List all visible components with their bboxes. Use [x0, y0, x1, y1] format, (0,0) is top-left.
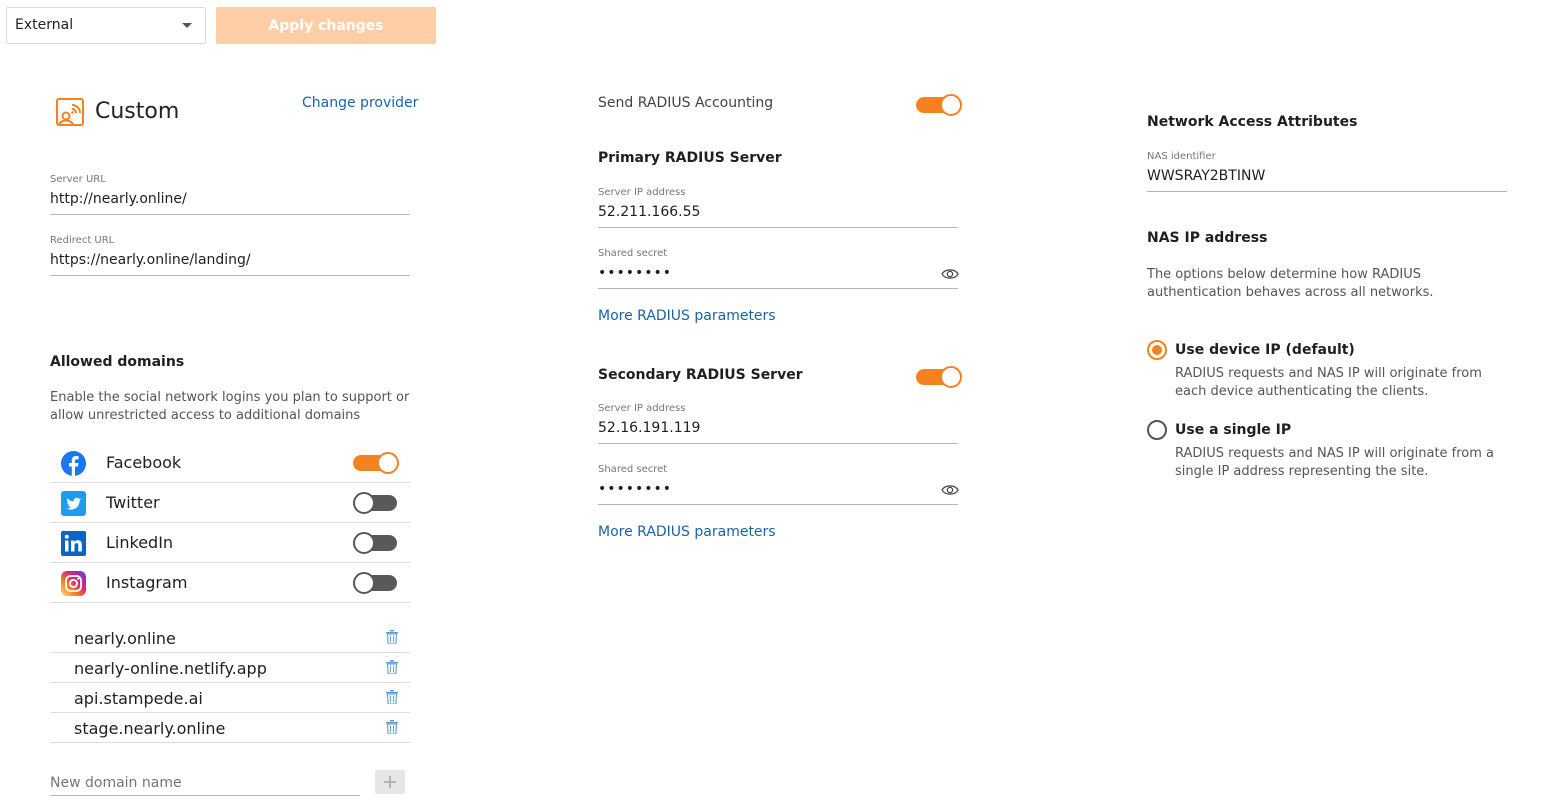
trash-icon[interactable] [386, 689, 398, 705]
radius-accounting-label: Send RADIUS Accounting [598, 95, 774, 111]
trash-icon[interactable] [386, 719, 398, 735]
primary-radius-title: Primary RADIUS Server [598, 150, 782, 166]
twitter-icon [61, 491, 86, 516]
social-name: LinkedIn [106, 533, 174, 552]
chevron-down-icon [182, 23, 192, 28]
wifi-user-icon [55, 97, 87, 129]
secondary-radius-title: Secondary RADIUS Server [598, 367, 803, 383]
domain-row: nearly-online.netlify.app [50, 653, 410, 683]
domain-name: api.stampede.ai [74, 689, 203, 708]
use-single-ip-label[interactable]: Use a single IP [1175, 422, 1291, 438]
redirect-url-field[interactable]: https://nearly.online/landing/ [50, 252, 410, 276]
use-single-ip-description: RADIUS requests and NAS IP will originat… [1175, 446, 1495, 479]
use-device-ip-description: RADIUS requests and NAS IP will originat… [1175, 366, 1482, 399]
nas-ip-description: The options below determine how RADIUS a… [1147, 267, 1434, 300]
new-domain-input[interactable] [50, 770, 360, 796]
secondary-ip-field[interactable]: 52.16.191.119 [598, 420, 958, 444]
facebook-toggle[interactable] [353, 452, 399, 474]
primary-ip-field[interactable]: 52.211.166.55 [598, 204, 958, 228]
facebook-icon [61, 451, 86, 476]
apply-changes-button[interactable]: Apply changes [216, 7, 436, 44]
mode-select[interactable]: External [6, 7, 206, 44]
domain-row: nearly.online [50, 623, 410, 653]
primary-secret-field[interactable]: •••••••• [598, 265, 958, 289]
social-row-linkedin: LinkedIn [50, 523, 410, 563]
twitter-toggle[interactable] [353, 492, 399, 514]
primary-ip-label: Server IP address [598, 187, 686, 198]
change-provider-link[interactable]: Change provider [302, 95, 418, 111]
primary-secret-value: •••••••• [598, 265, 673, 281]
secondary-secret-value: •••••••• [598, 481, 673, 497]
nas-ip-title: NAS IP address [1147, 230, 1268, 246]
social-row-twitter: Twitter [50, 483, 410, 523]
secondary-more-radius-link[interactable]: More RADIUS parameters [598, 524, 776, 540]
plus-icon [384, 776, 396, 788]
domain-name: stage.nearly.online [74, 719, 226, 738]
primary-more-radius-link[interactable]: More RADIUS parameters [598, 308, 776, 324]
social-name: Twitter [106, 493, 160, 512]
secondary-secret-label: Shared secret [598, 464, 668, 475]
domain-row: stage.nearly.online [50, 713, 410, 743]
trash-icon[interactable] [386, 629, 398, 645]
allowed-domains-title: Allowed domains [50, 354, 185, 370]
social-name: Instagram [106, 573, 188, 592]
allowed-domains-description: Enable the social network logins you pla… [50, 390, 410, 423]
server-url-field[interactable]: http://nearly.online/ [50, 191, 410, 215]
trash-icon[interactable] [386, 659, 398, 675]
domain-name: nearly.online [74, 629, 176, 648]
primary-secret-label: Shared secret [598, 248, 668, 259]
secondary-radius-toggle[interactable] [916, 366, 962, 388]
domain-name: nearly-online.netlify.app [74, 659, 267, 678]
provider-name: Custom [95, 99, 180, 124]
eye-icon[interactable] [941, 482, 959, 496]
use-single-ip-radio[interactable] [1147, 420, 1167, 440]
radius-accounting-toggle[interactable] [916, 94, 962, 116]
social-row-instagram: Instagram [50, 563, 410, 603]
add-domain-button[interactable] [375, 770, 405, 794]
nas-title: Network Access Attributes [1147, 114, 1358, 130]
linkedin-toggle[interactable] [353, 532, 399, 554]
eye-icon[interactable] [941, 266, 959, 280]
social-name: Facebook [106, 453, 182, 472]
use-device-ip-radio[interactable] [1147, 340, 1167, 360]
social-row-facebook: Facebook [50, 443, 410, 483]
instagram-icon [61, 571, 86, 596]
domain-row: api.stampede.ai [50, 683, 410, 713]
linkedin-icon [61, 531, 86, 556]
instagram-toggle[interactable] [353, 572, 399, 594]
use-device-ip-label[interactable]: Use device IP (default) [1175, 342, 1355, 358]
secondary-secret-field[interactable]: •••••••• [598, 481, 958, 505]
nas-identifier-label: NAS identifier [1147, 151, 1216, 162]
nas-identifier-field[interactable]: WWSRAY2BTINW [1147, 168, 1507, 192]
mode-select-value: External [15, 17, 74, 33]
redirect-url-label: Redirect URL [50, 235, 115, 246]
secondary-ip-label: Server IP address [598, 403, 686, 414]
server-url-label: Server URL [50, 174, 106, 185]
